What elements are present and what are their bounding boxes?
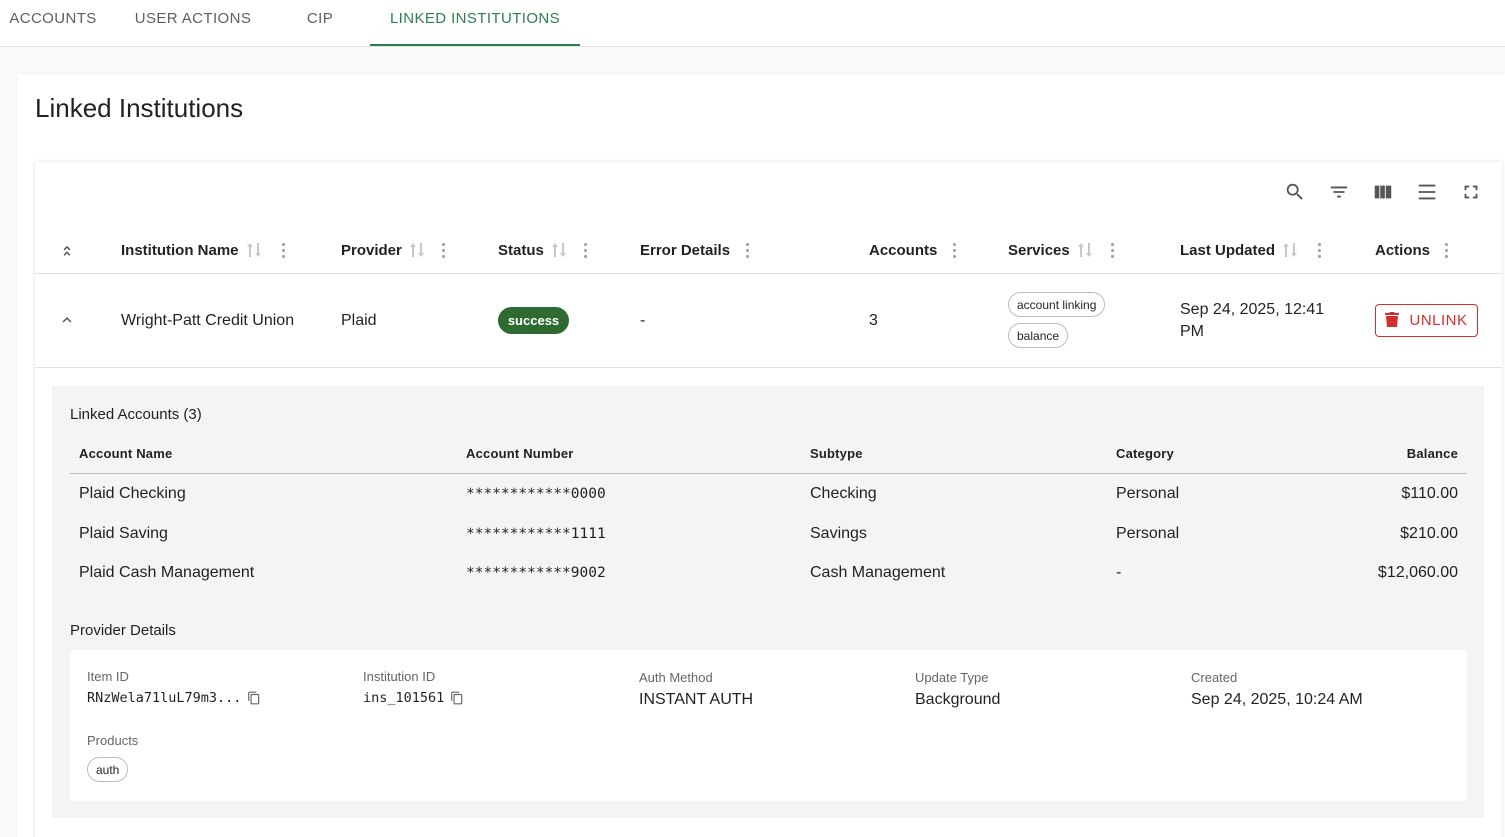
- status-badge: success: [498, 307, 569, 334]
- column-menu-icon[interactable]: [440, 240, 446, 260]
- service-chip: balance: [1008, 323, 1069, 348]
- account-subtype: Cash Management: [810, 564, 946, 581]
- provider-details-title: Provider Details: [70, 622, 176, 639]
- filter-icon[interactable]: [1327, 180, 1351, 204]
- column-menu-icon[interactable]: [1443, 240, 1449, 260]
- created-value: Sep 24, 2025, 10:24 AM: [1191, 691, 1363, 708]
- subheader-balance: Balance: [1406, 446, 1458, 461]
- created-label: Created: [1191, 670, 1238, 685]
- sort-icon[interactable]: [409, 242, 424, 258]
- institution-id-field: ins_101561: [363, 690, 464, 706]
- tab-user-actions[interactable]: USER ACTIONS: [118, 0, 268, 46]
- unlink-button[interactable]: UNLINK: [1375, 304, 1478, 337]
- row-divider: [35, 367, 1502, 368]
- column-menu-icon[interactable]: [744, 240, 750, 260]
- column-header-error-details[interactable]: Error Details: [640, 240, 730, 260]
- tab-accounts[interactable]: ACCOUNTS: [0, 0, 106, 46]
- column-header-actions[interactable]: Actions: [1375, 240, 1430, 260]
- linked-accounts-title: Linked Accounts (3): [70, 406, 202, 423]
- tab-bar: ACCOUNTS USER ACTIONS CIP LINKED INSTITU…: [0, 0, 1505, 47]
- provider-name: Plaid: [341, 312, 377, 329]
- column-label: Institution Name: [121, 241, 239, 259]
- account-balance: $210.00: [1400, 525, 1458, 542]
- tab-cip[interactable]: CIP: [290, 0, 350, 46]
- item-id-value: RNzWela71luL79m3...: [87, 690, 242, 706]
- column-menu-icon[interactable]: [951, 240, 957, 260]
- active-tab-indicator: [370, 44, 580, 46]
- provider-details-box: [70, 650, 1467, 801]
- subtable-divider: [70, 473, 1467, 474]
- column-menu-icon[interactable]: [582, 240, 588, 260]
- item-id-label: Item ID: [87, 669, 129, 684]
- column-header-institution-name[interactable]: Institution Name: [121, 240, 261, 260]
- account-name: Plaid Checking: [79, 485, 186, 502]
- account-name: Plaid Cash Management: [79, 564, 255, 581]
- expand-all-icon[interactable]: [58, 242, 76, 262]
- account-number: ************9002: [466, 565, 606, 581]
- search-icon[interactable]: [1283, 180, 1307, 204]
- account-category: Personal: [1116, 525, 1180, 542]
- column-header-last-updated[interactable]: Last Updated: [1180, 240, 1298, 260]
- account-balance: $12,060.00: [1377, 564, 1458, 581]
- institution-id-value: ins_101561: [363, 690, 445, 706]
- copy-icon[interactable]: [450, 690, 464, 706]
- column-header-services[interactable]: Services: [1008, 240, 1092, 260]
- account-number: ************1111: [466, 526, 606, 542]
- account-subtype: Savings: [810, 525, 867, 542]
- error-details: -: [640, 312, 646, 329]
- products-label: Products: [87, 733, 139, 748]
- product-chip: auth: [87, 757, 129, 782]
- account-subtype: Checking: [810, 485, 877, 502]
- column-label: Actions: [1375, 241, 1431, 259]
- column-label: Accounts: [869, 241, 938, 259]
- last-updated-time: PM: [1180, 323, 1204, 340]
- account-name: Plaid Saving: [79, 525, 168, 542]
- item-id-field: RNzWela71luL79m3...: [87, 690, 261, 706]
- institution-id-label: Institution ID: [363, 669, 436, 684]
- subheader-category: Category: [1116, 446, 1174, 461]
- account-number: ************0000: [466, 486, 606, 502]
- account-category: Personal: [1116, 485, 1180, 502]
- column-header-provider[interactable]: Provider: [341, 240, 424, 260]
- sort-icon[interactable]: [246, 242, 261, 258]
- institution-name: Wright-Patt Credit Union: [121, 312, 295, 329]
- column-menu-icon[interactable]: [280, 240, 286, 260]
- columns-icon[interactable]: [1371, 180, 1395, 204]
- account-category: -: [1116, 564, 1122, 581]
- column-label: Services: [1008, 241, 1070, 259]
- column-label: Last Updated: [1180, 241, 1276, 259]
- subheader-subtype: Subtype: [810, 446, 863, 461]
- column-header-accounts[interactable]: Accounts: [869, 240, 937, 260]
- sort-icon[interactable]: [551, 242, 566, 258]
- update-type-value: Background: [915, 691, 1001, 708]
- collapse-row-icon[interactable]: [58, 311, 76, 329]
- accounts-count: 3: [869, 312, 878, 329]
- update-type-label: Update Type: [915, 670, 989, 685]
- sort-icon[interactable]: [1077, 242, 1092, 258]
- column-menu-icon[interactable]: [1109, 240, 1115, 260]
- column-label: Provider: [341, 241, 402, 259]
- unlink-label: UNLINK: [1409, 312, 1468, 329]
- column-label: Status: [498, 241, 544, 259]
- sort-icon[interactable]: [1283, 242, 1298, 258]
- page-title: Linked Institutions: [35, 93, 244, 123]
- auth-method-label: Auth Method: [639, 670, 713, 685]
- column-header-status[interactable]: Status: [498, 240, 566, 260]
- service-chip: account linking: [1008, 292, 1106, 317]
- tab-linked-institutions[interactable]: LINKED INSTITUTIONS: [370, 0, 580, 46]
- auth-method-value: INSTANT AUTH: [639, 691, 754, 708]
- header-divider: [35, 273, 1502, 274]
- column-menu-icon[interactable]: [1316, 240, 1322, 260]
- last-updated-date: Sep 24, 2025, 12:41: [1180, 301, 1325, 318]
- density-icon[interactable]: [1415, 180, 1439, 204]
- subheader-account-name: Account Name: [79, 446, 173, 461]
- copy-icon[interactable]: [247, 690, 261, 706]
- trash-icon: [1385, 311, 1400, 331]
- account-balance: $110.00: [1401, 485, 1458, 502]
- fullscreen-icon[interactable]: [1459, 180, 1483, 204]
- column-label: Error Details: [640, 241, 731, 259]
- subheader-account-number: Account Number: [466, 446, 574, 461]
